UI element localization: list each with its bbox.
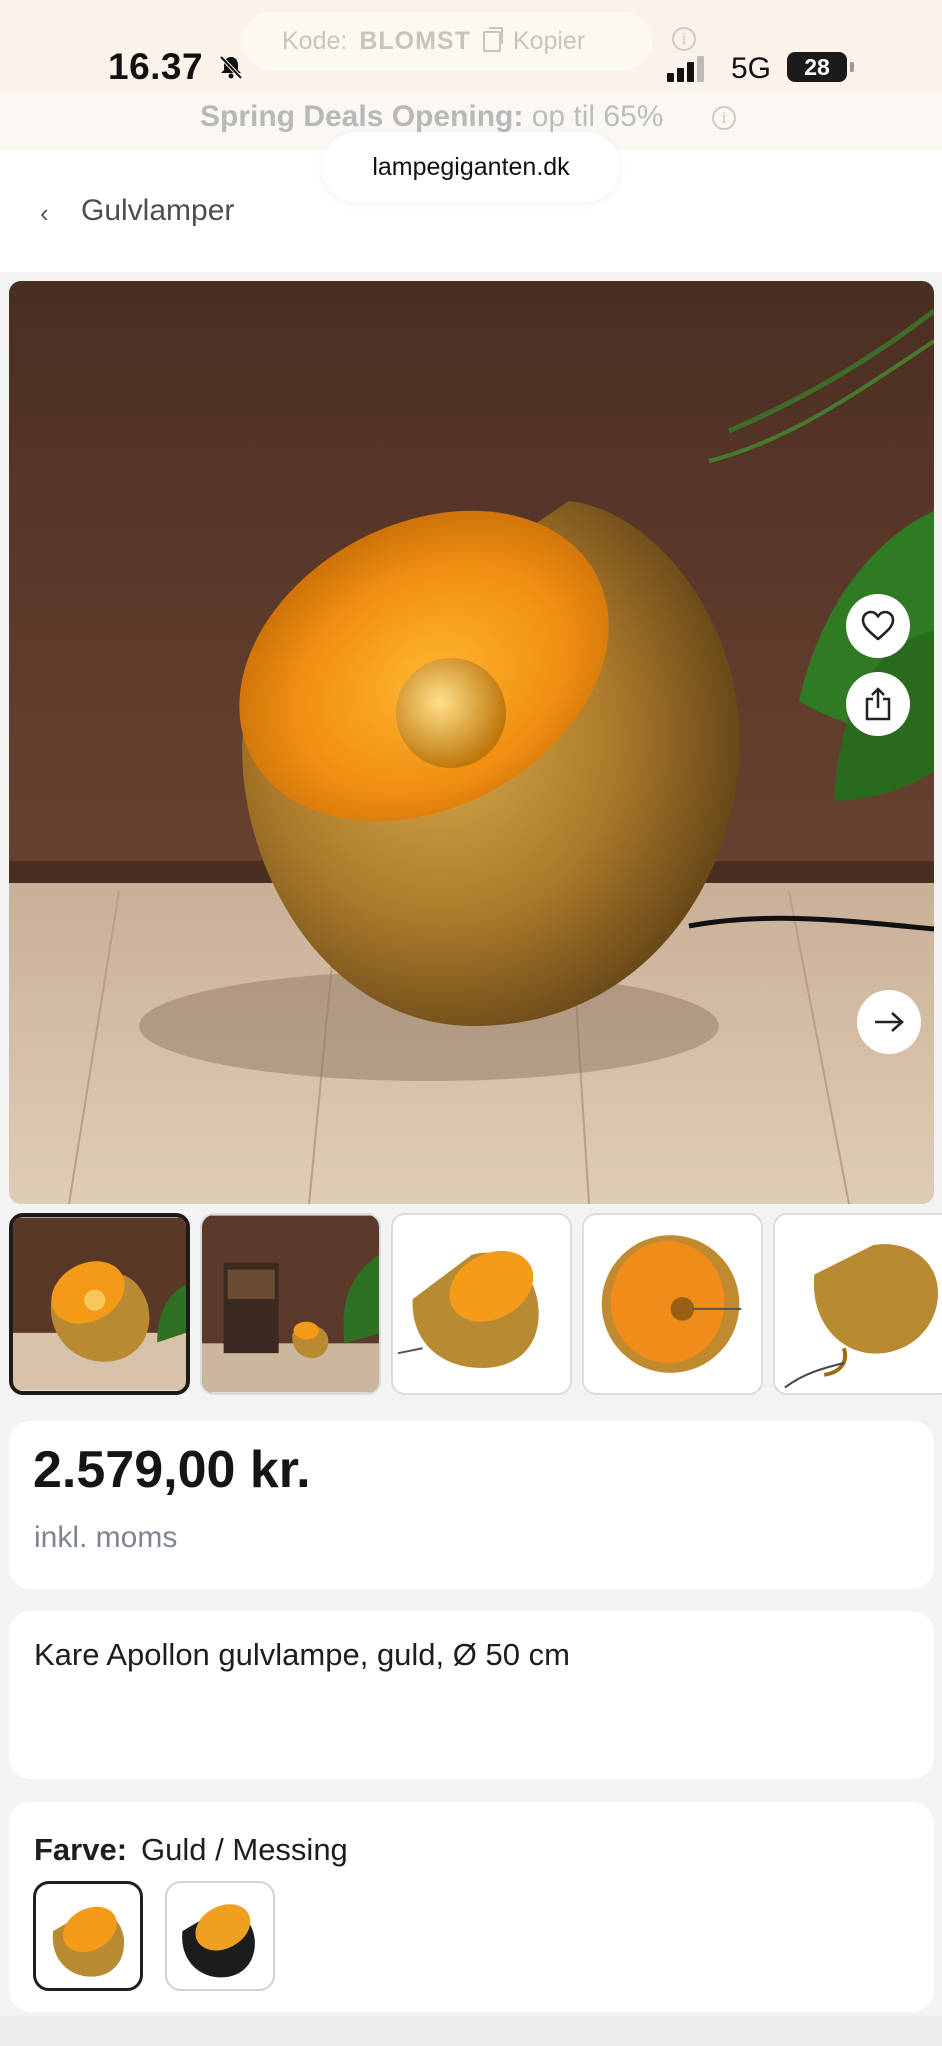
code-label: Kode: xyxy=(282,26,348,55)
battery-indicator: 28 xyxy=(787,52,854,82)
favorite-button[interactable] xyxy=(846,594,910,658)
vat-note: inkl. moms xyxy=(34,1521,178,1554)
chevron-left-icon[interactable]: ‹ xyxy=(40,198,49,229)
thumbnail-1[interactable] xyxy=(9,1213,190,1395)
lamp-photo xyxy=(9,309,934,1204)
thumbnail-5[interactable] xyxy=(773,1213,942,1395)
breadcrumb[interactable]: Gulvlamper xyxy=(81,194,234,228)
color-selector-label: Farve: Guld / Messing xyxy=(34,1832,348,1868)
deal-text: Spring Deals Opening: op til 65% xyxy=(200,100,663,134)
copy-icon[interactable] xyxy=(482,26,503,52)
url-bar[interactable]: lampegiganten.dk xyxy=(322,132,620,202)
share-button[interactable] xyxy=(846,672,910,736)
color-swatch-gold[interactable] xyxy=(33,1881,143,1991)
color-label: Farve: xyxy=(34,1832,128,1867)
deal-title: Spring Deals Opening: xyxy=(200,100,524,133)
arrow-right-icon xyxy=(875,1012,904,1032)
thumbnail-4[interactable] xyxy=(582,1213,763,1395)
thumbnail-strip xyxy=(9,1213,942,1395)
product-title: Kare Apollon gulvlampe, guld, Ø 50 cm xyxy=(34,1637,570,1672)
next-image-button[interactable] xyxy=(857,990,921,1054)
status-time: 16.37 xyxy=(108,46,204,87)
bottom-edge xyxy=(0,2016,942,2046)
thumbnail-2[interactable] xyxy=(200,1213,381,1395)
copy-button-label[interactable]: Kopier xyxy=(513,27,585,56)
info-icon[interactable]: i xyxy=(672,27,696,51)
share-icon xyxy=(865,687,891,721)
product-image[interactable] xyxy=(9,281,934,1204)
color-value: Guld / Messing xyxy=(141,1832,348,1867)
promo-code-pill[interactable]: Kode: BLOMST Kopier xyxy=(242,12,652,70)
heart-icon xyxy=(861,610,895,641)
info-icon[interactable]: i xyxy=(712,106,736,130)
product-price: 2.579,00 kr. xyxy=(33,1441,311,1499)
signal-strength-icon xyxy=(667,55,704,82)
deal-discount: op til 65% xyxy=(531,100,664,133)
bell-slash-icon xyxy=(218,54,244,80)
color-swatch-black[interactable] xyxy=(165,1881,275,1991)
thumbnail-3[interactable] xyxy=(391,1213,572,1395)
network-type: 5G xyxy=(731,52,772,85)
code-value: BLOMST xyxy=(359,26,471,55)
